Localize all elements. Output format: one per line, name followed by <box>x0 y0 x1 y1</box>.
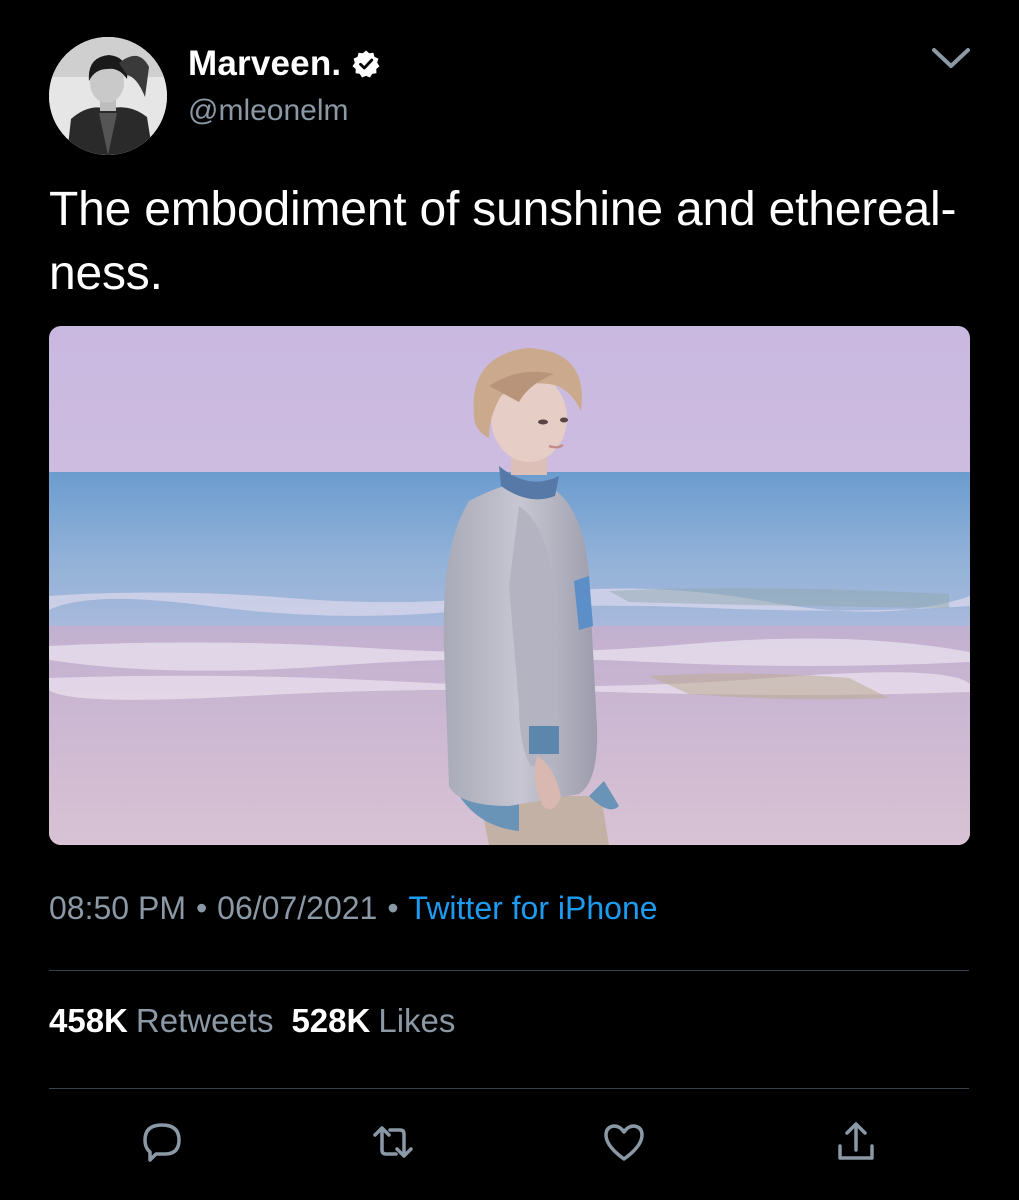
tweet-detail: Marveen. @mleonelm The embodiment of sun… <box>0 0 1019 1200</box>
retweets-label: Retweets <box>135 1002 274 1039</box>
chevron-down-icon[interactable] <box>928 38 974 78</box>
tweet-text: The embodiment of sunshine and ethereal­… <box>49 183 957 300</box>
likes-stat[interactable]: 528K Likes <box>291 1002 473 1039</box>
divider <box>49 970 969 971</box>
share-icon[interactable] <box>832 1118 880 1166</box>
tweet-photo[interactable] <box>49 326 970 845</box>
retweet-icon[interactable] <box>369 1118 417 1166</box>
avatar[interactable] <box>49 37 167 155</box>
tweet-meta: 08:50 PM • 06/07/2021 • Twitter for iPhone <box>49 890 658 927</box>
verified-badge-icon <box>351 49 381 79</box>
tweet-time: 08:50 PM <box>49 890 186 926</box>
divider <box>49 1088 969 1089</box>
meta-separator: • <box>387 890 399 926</box>
retweets-stat[interactable]: 458K Retweets <box>49 1002 291 1039</box>
likes-label: Likes <box>378 1002 456 1039</box>
display-name[interactable]: Marveen. <box>188 44 341 84</box>
display-name-row[interactable]: Marveen. <box>188 44 381 84</box>
meta-separator: • <box>195 890 208 926</box>
tweet-stats: 458K Retweets 528K Likes <box>49 1002 473 1040</box>
heart-icon[interactable] <box>600 1118 648 1166</box>
user-handle[interactable]: @mleonelm <box>188 94 349 128</box>
reply-icon[interactable] <box>138 1118 186 1166</box>
tweet-date: 06/07/2021 <box>217 890 378 926</box>
likes-count: 528K <box>291 1002 371 1039</box>
retweets-count: 458K <box>49 1002 128 1039</box>
tweet-source-link[interactable]: Twitter for iPhone <box>409 890 658 926</box>
